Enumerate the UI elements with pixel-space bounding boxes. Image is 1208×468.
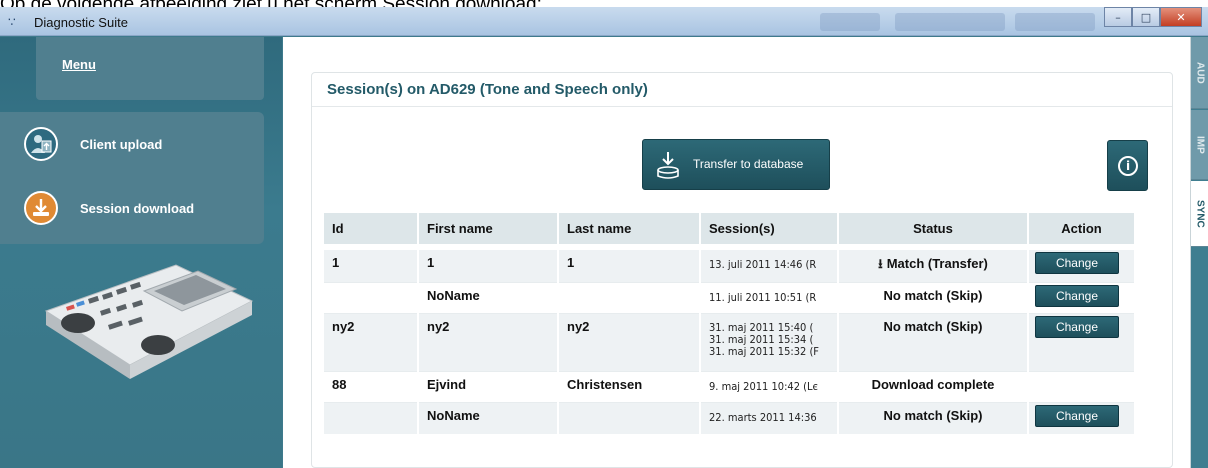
window-controls: – □ ✕ <box>1104 7 1202 27</box>
column-header[interactable]: Session(s) <box>700 213 839 244</box>
table-header-row: Id First name Last name Session(s) Statu… <box>324 213 1136 244</box>
change-button[interactable]: Change <box>1035 252 1119 274</box>
tab-imp[interactable]: IMP <box>1191 110 1208 180</box>
cell-first-name: 1 <box>418 250 559 283</box>
app-logo-icon: ∵ <box>8 15 16 29</box>
sidebar-item-client-upload[interactable]: Client upload <box>0 118 264 170</box>
sidebar: Menu Client upload Session download <box>0 37 282 468</box>
client-upload-icon <box>24 127 58 161</box>
cell-id: 1 <box>324 250 419 283</box>
cell-id: ny2 <box>324 313 419 372</box>
cell-action: Change <box>1028 282 1136 314</box>
status-text: Download complete <box>871 377 995 392</box>
cell-status: No match (Skip) <box>838 313 1029 372</box>
session-entry: 22. marts 2011 14:36 <box>709 411 817 424</box>
cell-last-name <box>558 402 701 434</box>
change-button[interactable]: Change <box>1035 316 1119 338</box>
cell-sessions: 9. maj 2011 10:42 (Lє <box>700 371 839 403</box>
cell-sessions: 22. marts 2011 14:36 <box>700 402 839 434</box>
status-text: No match (Skip) <box>883 408 983 423</box>
change-button[interactable]: Change <box>1035 285 1119 307</box>
table-row[interactable]: 88 Ejvind Christensen 9. maj 2011 10:42 … <box>324 371 1136 403</box>
close-button[interactable]: ✕ <box>1160 7 1202 27</box>
cell-status: Download complete <box>838 371 1029 403</box>
taskbar-blur <box>820 13 880 31</box>
table-row[interactable]: NoName 22. marts 2011 14:36 No match (Sk… <box>324 402 1136 434</box>
cell-action: Change <box>1028 250 1136 283</box>
app-window: ∵ Diagnostic Suite – □ ✕ Menu Client upl… <box>0 7 1208 468</box>
transfer-to-database-button[interactable]: Transfer to database <box>642 139 830 190</box>
cell-id <box>324 402 419 434</box>
table-row[interactable]: ny2 ny2 ny2 31. maj 2011 15:40 ( 31. maj… <box>324 313 1136 372</box>
minimize-button[interactable]: – <box>1104 7 1132 27</box>
sidebar-item-label: Client upload <box>80 136 163 152</box>
cell-status: No match (Skip) <box>838 402 1029 434</box>
title-bar: ∵ Diagnostic Suite – □ ✕ <box>0 7 1208 36</box>
status-text: Match (Transfer) <box>886 256 988 271</box>
column-header[interactable]: First name <box>418 213 559 244</box>
cell-first-name: NoName <box>418 402 559 434</box>
session-entry: 31. maj 2011 15:32 (F <box>709 345 820 358</box>
maximize-button[interactable]: □ <box>1132 7 1160 27</box>
cell-action: Change <box>1028 313 1136 372</box>
column-header[interactable]: Status <box>838 213 1029 244</box>
cell-first-name: NoName <box>418 282 559 314</box>
session-entry: 13. juli 2011 14:46 (R <box>709 258 817 271</box>
cell-sessions: 31. maj 2011 15:40 ( 31. maj 2011 15:34 … <box>700 313 839 372</box>
taskbar-blur <box>1015 13 1095 31</box>
tab-sync[interactable]: SYNC <box>1191 181 1208 247</box>
sidebar-item-label: Session download <box>80 200 195 216</box>
info-icon: i <box>1118 156 1138 176</box>
session-download-icon <box>24 191 58 225</box>
transfer-button-label: Transfer to database <box>693 157 804 171</box>
tab-aud[interactable]: AUD <box>1191 37 1208 109</box>
cell-last-name: Christensen <box>558 371 701 403</box>
panel-divider <box>312 106 1172 107</box>
cell-sessions: 13. juli 2011 14:46 (R <box>700 250 839 283</box>
cell-id <box>324 282 419 314</box>
column-header[interactable]: Action <box>1028 213 1136 244</box>
cell-sessions: 11. juli 2011 10:51 (R <box>700 282 839 314</box>
column-header[interactable]: Id <box>324 213 419 244</box>
cell-id: 88 <box>324 371 419 403</box>
download-icon: ⭳ <box>878 257 883 272</box>
status-text: No match (Skip) <box>883 288 983 303</box>
cell-action: Change <box>1028 402 1136 434</box>
audiometer-device <box>44 264 254 379</box>
window-title: Diagnostic Suite <box>34 15 128 30</box>
table-row[interactable]: NoName 11. juli 2011 10:51 (R No match (… <box>324 282 1136 314</box>
column-header[interactable]: Last name <box>558 213 701 244</box>
transfer-database-icon <box>657 152 679 179</box>
right-tab-strip: AUD IMP SYNC <box>1190 37 1208 468</box>
change-button[interactable]: Change <box>1035 405 1119 427</box>
cell-status: No match (Skip) <box>838 282 1029 314</box>
session-entry: 11. juli 2011 10:51 (R <box>709 291 817 304</box>
cell-first-name: Ejvind <box>418 371 559 403</box>
menu-label: Menu <box>62 57 96 72</box>
taskbar-blur <box>895 13 1005 31</box>
status-text: No match (Skip) <box>883 319 983 334</box>
cell-first-name: ny2 <box>418 313 559 372</box>
sessions-table: Id First name Last name Session(s) Statu… <box>324 213 1136 434</box>
session-entry: 9. maj 2011 10:42 (Lє <box>709 380 818 393</box>
cell-last-name: 1 <box>558 250 701 283</box>
session-panel: Session(s) on AD629 (Tone and Speech onl… <box>311 72 1173 468</box>
main-content: Session(s) on AD629 (Tone and Speech onl… <box>283 37 1190 468</box>
cell-status: ⭳ Match (Transfer) <box>838 250 1029 283</box>
sidebar-item-session-download[interactable]: Session download <box>0 182 264 234</box>
menu-button[interactable]: Menu <box>36 37 264 100</box>
nav-panel: Client upload Session download <box>0 112 264 244</box>
cell-last-name <box>558 282 701 314</box>
panel-title: Session(s) on AD629 (Tone and Speech onl… <box>327 81 648 98</box>
cell-action <box>1028 371 1136 403</box>
table-row[interactable]: 1 1 1 13. juli 2011 14:46 (R ⭳ Match (Tra… <box>324 250 1136 283</box>
info-button[interactable]: i <box>1107 140 1148 191</box>
cell-last-name: ny2 <box>558 313 701 372</box>
